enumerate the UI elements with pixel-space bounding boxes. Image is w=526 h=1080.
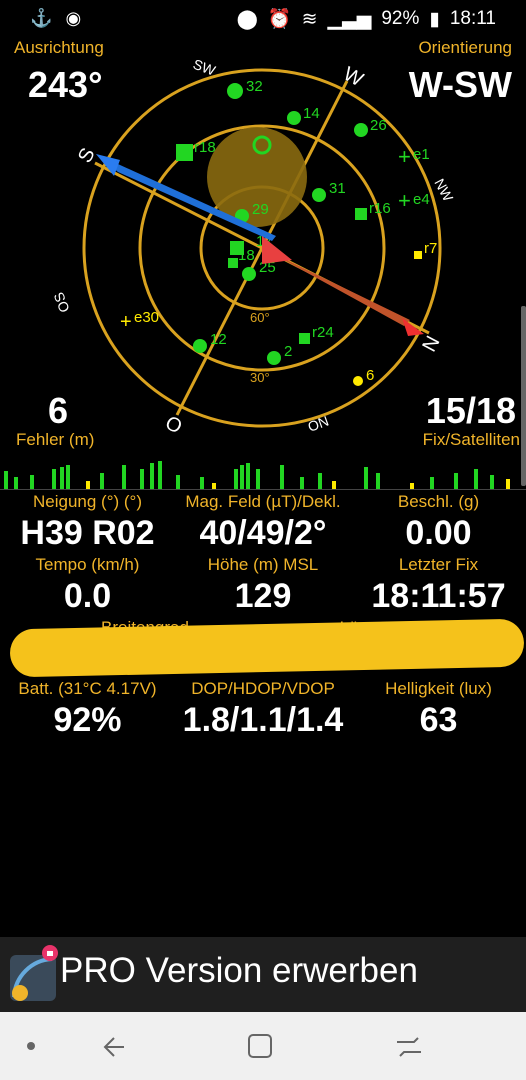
direction-o: O [162, 410, 186, 437]
battery-value: 92% [53, 701, 122, 739]
dop-label: DOP/HDOP/VDOP [191, 679, 335, 698]
magfield-value: 40/49/2° [199, 514, 327, 552]
altitude-value: 129 [234, 577, 292, 615]
redaction-overlay [9, 618, 525, 678]
accel-cell: Beschl. (g) 0.00 [351, 492, 526, 553]
satellite-label: 18 [238, 247, 255, 264]
ring-label-30: 30° [250, 370, 270, 385]
ring-label-60: 60° [250, 310, 270, 325]
satellite-label: 6 [366, 367, 374, 384]
brightness-cell: Helligkeit (lux) 63 [351, 679, 526, 740]
speed-label: Tempo (km/h) [35, 555, 140, 574]
alarm-icon: ⏰ [267, 9, 292, 30]
divider [0, 489, 526, 490]
satellite-marker-plus: + [120, 311, 132, 333]
satellite-label: 14 [303, 105, 320, 122]
lastfix-label: Letzter Fix [398, 555, 479, 574]
nfc-icon: ◉ [65, 8, 82, 28]
accel-value: 0.00 [405, 514, 472, 552]
satellite-marker [227, 83, 243, 99]
battery-label: Batt. (31°C 4.17V) [18, 679, 157, 698]
satellite-label: e30 [134, 309, 159, 326]
satellite-label: 2 [284, 343, 292, 360]
signal-bars [4, 461, 510, 489]
satellite-label: e1 [413, 146, 430, 163]
brightness-label: Helligkeit (lux) [385, 679, 492, 698]
error-label: Fehler (m) [16, 430, 95, 449]
direction-nw: NW [431, 176, 456, 205]
direction-os: OS [50, 290, 72, 315]
dop-value: 1.8/1.1/1.4 [182, 701, 344, 739]
altitude-label: Höhe (m) MSL [207, 555, 319, 574]
direction-on: ON [306, 413, 331, 435]
center-needle-red-icon [262, 236, 292, 264]
satellite-label: e4 [413, 191, 430, 208]
satellite-marker [354, 123, 368, 137]
magfield-label: Mag. Feld (µT)/Dekl. [185, 492, 341, 511]
satellite-label: r16 [369, 200, 391, 217]
signal-icon: ▁▃▅ [327, 8, 372, 30]
wifi-icon: ≋ [301, 8, 318, 30]
status-bar: ⚓ ◉ ⬤ ⏰ ≋ ▁▃▅ 92% ▮ 18:11 [0, 0, 526, 36]
scrollbar[interactable] [521, 306, 526, 486]
location-icon: ⬤ [236, 8, 258, 30]
back-icon[interactable] [100, 1032, 130, 1062]
tilt-label: Neigung (°) (°) [32, 492, 142, 511]
satellite-label: 31 [329, 180, 346, 197]
satellite-marker [414, 251, 422, 259]
brightness-value: 63 [419, 701, 458, 739]
status-icons-left: ⚓ ◉ [30, 8, 81, 29]
altitude-cell: Höhe (m) MSL 129 [175, 555, 351, 616]
accel-label: Beschl. (g) [397, 492, 480, 511]
status-icons-right: ⬤ ⏰ ≋ ▁▃▅ 92% ▮ 18:11 [237, 7, 496, 31]
lastfix-cell: Letzter Fix 18:11:57 [351, 555, 526, 616]
fix-value: 15/18 [425, 390, 516, 431]
pro-version-label: PRO Version erwerben [60, 951, 418, 990]
speed-cell: Tempo (km/h) 0.0 [0, 555, 175, 616]
magfield-cell: Mag. Feld (µT)/Dekl. 40/49/2° [175, 492, 351, 553]
clock: 18:11 [449, 8, 496, 29]
satellite-marker [228, 258, 238, 268]
satellite-marker [312, 188, 326, 202]
dop-cell: DOP/HDOP/VDOP 1.8/1.1/1.4 [175, 679, 351, 740]
satellite-marker [287, 111, 301, 125]
lastfix-value: 18:11:57 [371, 577, 506, 615]
satellite-marker [299, 333, 310, 344]
satellite-marker-plus: + [398, 144, 411, 169]
satellite-marker-plus: + [398, 188, 411, 213]
satellite-marker [353, 376, 363, 386]
battery-percent: 92% [381, 8, 420, 29]
app-logo-icon [10, 945, 58, 1001]
satellite-label: r18 [194, 139, 216, 156]
direction-n: N [417, 332, 443, 355]
satellite-label: 26 [370, 117, 387, 134]
satellite-marker [176, 144, 193, 161]
satellite-label: r7 [424, 240, 437, 257]
tilt-value: H39 R02 [20, 514, 155, 552]
error-value: 6 [48, 390, 69, 431]
tilt-cell: Neigung (°) (°) H39 R02 [0, 492, 175, 553]
usb-icon: ⚓ [30, 8, 53, 28]
satellite-marker [193, 339, 207, 353]
navigation-bar [0, 1012, 526, 1080]
fix-label: Fix/Satelliten [422, 430, 520, 449]
satellite-label: 32 [246, 78, 263, 95]
nav-dot-icon[interactable] [27, 1042, 35, 1050]
recent-apps-icon[interactable] [394, 1032, 424, 1062]
home-icon[interactable] [246, 1032, 276, 1062]
satellite-marker [242, 267, 256, 281]
satellite-marker [267, 351, 281, 365]
satellite-label: 12 [210, 331, 227, 348]
satellite-label: r24 [312, 324, 334, 341]
satellite-marker [355, 208, 367, 220]
speed-value: 0.0 [63, 577, 112, 615]
battery-icon: ▮ [429, 8, 440, 30]
pro-version-banner[interactable]: PRO Version erwerben [0, 937, 526, 1012]
battery-cell: Batt. (31°C 4.17V) 92% [0, 679, 175, 740]
satellite-label: 29 [252, 201, 269, 218]
